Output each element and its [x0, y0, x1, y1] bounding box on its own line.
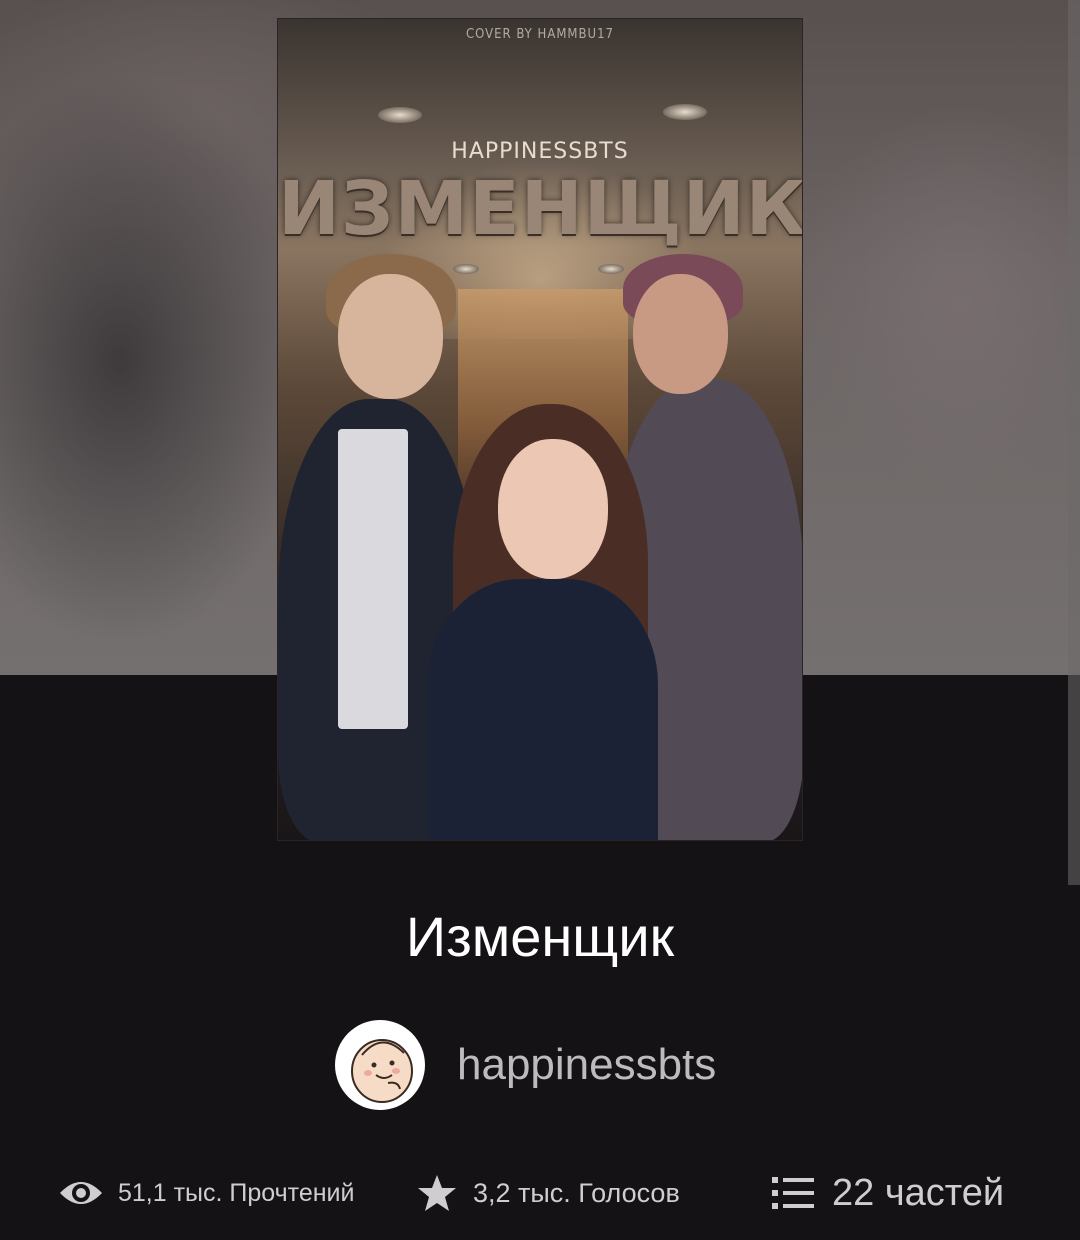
author-username[interactable]: happinessbts — [457, 1040, 716, 1090]
cover-credit: COVER BY HAMMBU17 — [466, 27, 614, 42]
story-cover-image[interactable]: COVER BY HAMMBU17 HAPPINESSBTS ИЗМЕНЩИК — [277, 18, 803, 841]
list-icon — [772, 1176, 814, 1210]
cover-lamp — [663, 104, 707, 120]
author-avatar[interactable] — [335, 1020, 425, 1110]
scroll-indicator — [1068, 0, 1080, 885]
parts-count[interactable]: 22 частей — [832, 1172, 1004, 1215]
cover-author-text: HAPPINESSBTS — [451, 139, 629, 164]
cover-figure-center — [428, 579, 658, 840]
cover-figure-left-shirt — [338, 429, 408, 729]
star-icon — [417, 1174, 457, 1212]
votes-count: 3,2 тыс. Голосов — [473, 1177, 680, 1208]
parts-stat[interactable]: 22 частей — [772, 1160, 1004, 1226]
cover-title-text: ИЗМЕНЩИК — [278, 166, 803, 252]
cover-lamp — [598, 264, 624, 274]
story-title: Изменщик — [405, 905, 675, 968]
avatar-image — [340, 1025, 420, 1105]
reads-count: 51,1 тыс. Прочтений — [118, 1178, 355, 1207]
cover-figure-center-face — [498, 439, 608, 579]
story-stats: 51,1 тыс. Прочтений 3,2 тыс. Голосов 22 … — [0, 1160, 1080, 1226]
votes-stat: 3,2 тыс. Голосов — [417, 1160, 680, 1226]
author-link[interactable]: happinessbts — [335, 1020, 716, 1110]
reads-stat: 51,1 тыс. Прочтений — [58, 1160, 354, 1226]
eye-icon — [58, 1177, 104, 1209]
cover-lamp — [378, 107, 422, 123]
cover-figure-right-face — [633, 274, 728, 394]
cover-figure-left-face — [338, 274, 443, 399]
story-details-screen: COVER BY HAMMBU17 HAPPINESSBTS ИЗМЕНЩИК … — [0, 0, 1080, 1240]
cover-lamp — [453, 264, 479, 274]
